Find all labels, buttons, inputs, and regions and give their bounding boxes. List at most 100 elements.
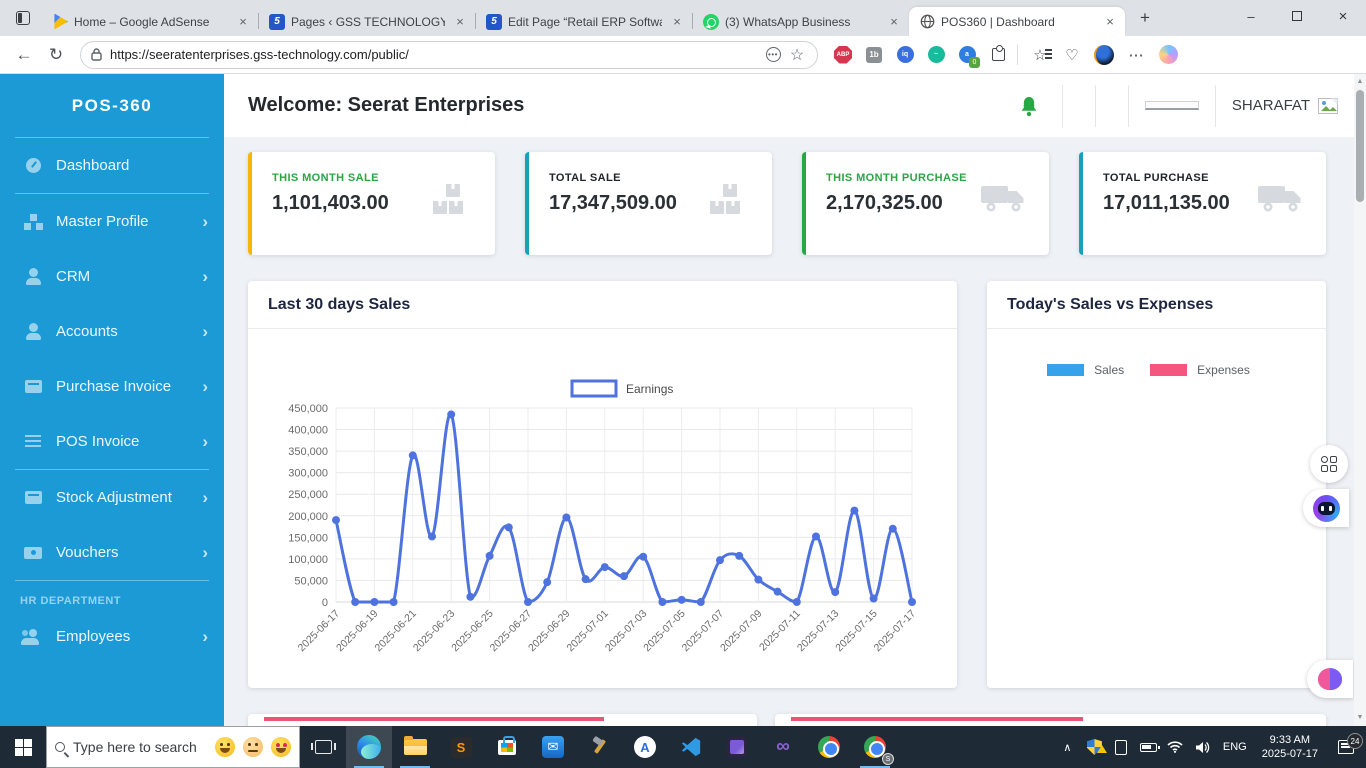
chevron-right-icon: › xyxy=(202,487,208,507)
favorite-star-button[interactable]: ☆ xyxy=(785,43,809,67)
defender-shield-icon[interactable] xyxy=(1081,739,1108,755)
chrome-taskbar-button[interactable] xyxy=(806,726,852,768)
scroll-up-arrow[interactable]: ▲ xyxy=(1357,74,1364,88)
settings-more-button[interactable]: ⋯ xyxy=(1122,41,1150,69)
scroll-down-arrow[interactable]: ▼ xyxy=(1357,710,1364,724)
tab-close-button[interactable]: × xyxy=(885,13,903,31)
page-scrollbar[interactable]: ▲ ▼ xyxy=(1354,74,1366,726)
browser-essentials-button[interactable]: ♡ xyxy=(1058,41,1086,69)
sidebar-item-employees[interactable]: Employees › xyxy=(0,609,224,664)
search-placeholder: Type here to search xyxy=(73,739,197,755)
minimize-button[interactable]: – xyxy=(1228,0,1274,32)
visual-studio-taskbar-button[interactable]: ∞ xyxy=(760,726,806,768)
taskbar-search-box[interactable]: Type here to search xyxy=(46,726,300,768)
floating-grid-button[interactable] xyxy=(1310,445,1348,483)
bell-icon xyxy=(1021,96,1037,116)
mail-taskbar-button[interactable]: ✉ xyxy=(530,726,576,768)
chevron-right-icon: › xyxy=(202,626,208,646)
brain-extension-button[interactable] xyxy=(1307,660,1353,698)
scrollbar-thumb[interactable] xyxy=(1356,90,1364,202)
adsense-favicon-icon xyxy=(54,13,68,30)
your-phone-icon[interactable] xyxy=(1108,739,1135,755)
url-text[interactable]: https://seeratenterprises.gss-technology… xyxy=(110,47,761,62)
sidebar-item-crm[interactable]: CRM › xyxy=(0,249,224,304)
sidebar-item-dashboard[interactable]: Dashboard xyxy=(0,138,224,193)
maximize-button[interactable] xyxy=(1274,0,1320,32)
wifi-icon[interactable] xyxy=(1162,741,1189,753)
heart-eyes-emoji-icon[interactable] xyxy=(271,737,291,757)
visual-studio-icon: ∞ xyxy=(776,736,790,757)
broken-avatar-icon[interactable] xyxy=(1318,97,1338,114)
browser-tab[interactable]: (3) WhatsApp Business × xyxy=(693,7,909,36)
brand-logo[interactable]: POS-360 xyxy=(0,74,224,137)
user-name[interactable]: SHARAFAT xyxy=(1232,97,1310,114)
start-button[interactable] xyxy=(0,726,46,768)
sidebar-item-master-profile[interactable]: Master Profile › xyxy=(0,194,224,249)
volume-icon[interactable] xyxy=(1189,741,1216,754)
iq-app-extension-icon[interactable]: iq xyxy=(894,44,916,66)
film-app-taskbar-button[interactable] xyxy=(714,726,760,768)
tab-close-button[interactable]: × xyxy=(234,13,252,31)
sidebar-item-stock-adjustment[interactable]: Stock Adjustment › xyxy=(0,470,224,525)
notification-count-badge: 24 xyxy=(1347,733,1363,749)
action-center-button[interactable]: 24 xyxy=(1326,733,1366,754)
tab-close-button[interactable]: × xyxy=(668,13,686,31)
sidebar-item-label: POS Invoice xyxy=(56,433,140,450)
battery-icon[interactable] xyxy=(1135,742,1162,752)
chrome-profile-taskbar-button[interactable]: S xyxy=(852,726,898,768)
sublime-text-taskbar-button[interactable]: S xyxy=(438,726,484,768)
browser-tab[interactable]: POS360 | Dashboard × xyxy=(909,7,1125,36)
cubes-icon xyxy=(710,182,750,223)
favorites-bar-button[interactable]: ☆ xyxy=(1026,41,1054,69)
sidebar-item-accounts[interactable]: Accounts › xyxy=(0,304,224,359)
translate-extension-icon[interactable]: a0 xyxy=(956,44,980,68)
one-b-extension-icon[interactable]: 1b xyxy=(863,44,885,66)
close-button[interactable]: × xyxy=(1320,0,1366,32)
wifi-glyph xyxy=(1167,741,1183,753)
microsoft-store-taskbar-button[interactable] xyxy=(484,726,530,768)
tab-close-button[interactable]: × xyxy=(1101,13,1119,31)
tab-actions-button[interactable] xyxy=(8,4,38,32)
notifications-button[interactable] xyxy=(1012,95,1046,117)
browser-tab[interactable]: 5 Pages ‹ GSS TECHNOLOGY — × xyxy=(259,7,475,36)
browser-tab[interactable]: 5 Edit Page “Retail ERP Software × xyxy=(476,7,692,36)
sidebar-item-vouchers[interactable]: Vouchers › xyxy=(0,525,224,580)
page-actions-icon[interactable]: ••• xyxy=(761,43,785,67)
hammer-tool-taskbar-button[interactable] xyxy=(576,726,622,768)
task-view-icon xyxy=(310,740,336,754)
expenses-legend-swatch xyxy=(1150,364,1188,376)
header-divider xyxy=(1094,84,1096,127)
legend-label: Sales xyxy=(1094,363,1125,377)
sidebar-item-purchase-invoice[interactable]: Purchase Invoice › xyxy=(0,359,224,414)
tabs-container: Home – Google AdSense × 5 Pages ‹ GSS TECHN… xyxy=(42,7,1125,36)
language-indicator[interactable]: ENG xyxy=(1216,741,1254,753)
ai-assistant-button[interactable] xyxy=(1303,489,1349,527)
task-view-taskbar-button[interactable] xyxy=(300,726,346,768)
taskbar-clock[interactable]: 9:33 AM 2025-07-17 xyxy=(1254,733,1326,761)
teal-app-extension-icon[interactable]: ~ xyxy=(925,44,947,66)
edge-taskbar-button[interactable] xyxy=(346,726,392,768)
app-a-taskbar-button[interactable]: A xyxy=(622,726,668,768)
profile-avatar-button[interactable] xyxy=(1090,41,1118,69)
svg-text:50,000: 50,000 xyxy=(294,575,328,587)
vscode-taskbar-button[interactable] xyxy=(668,726,714,768)
new-tab-button[interactable]: + xyxy=(1131,4,1159,32)
tab-actions-icon xyxy=(16,11,30,25)
clock-date: 2025-07-17 xyxy=(1261,748,1318,760)
copilot-button[interactable] xyxy=(1154,41,1182,69)
tab-close-button[interactable]: × xyxy=(451,13,469,31)
neutral-emoji-icon[interactable] xyxy=(243,737,263,757)
file-explorer-taskbar-button[interactable] xyxy=(392,726,438,768)
extensions-menu-button[interactable] xyxy=(987,44,1009,66)
browser-tab[interactable]: Home – Google AdSense × xyxy=(42,7,258,36)
address-bar[interactable]: https://seeratenterprises.gss-technology… xyxy=(80,40,818,69)
sublime-text-icon: S xyxy=(450,736,472,758)
tray-chevron-icon[interactable]: ∧ xyxy=(1054,741,1081,754)
sidebar-item-pos-invoice[interactable]: POS Invoice › xyxy=(0,414,224,469)
adblock-plus-extension-icon[interactable]: ABP xyxy=(832,44,854,66)
laughing-emoji-icon[interactable] xyxy=(215,737,235,757)
back-button[interactable]: ← xyxy=(10,41,38,69)
refresh-button[interactable]: ↻ xyxy=(42,41,70,69)
gauge-icon xyxy=(20,158,46,173)
svg-text:2025-07-17: 2025-07-17 xyxy=(872,608,919,655)
